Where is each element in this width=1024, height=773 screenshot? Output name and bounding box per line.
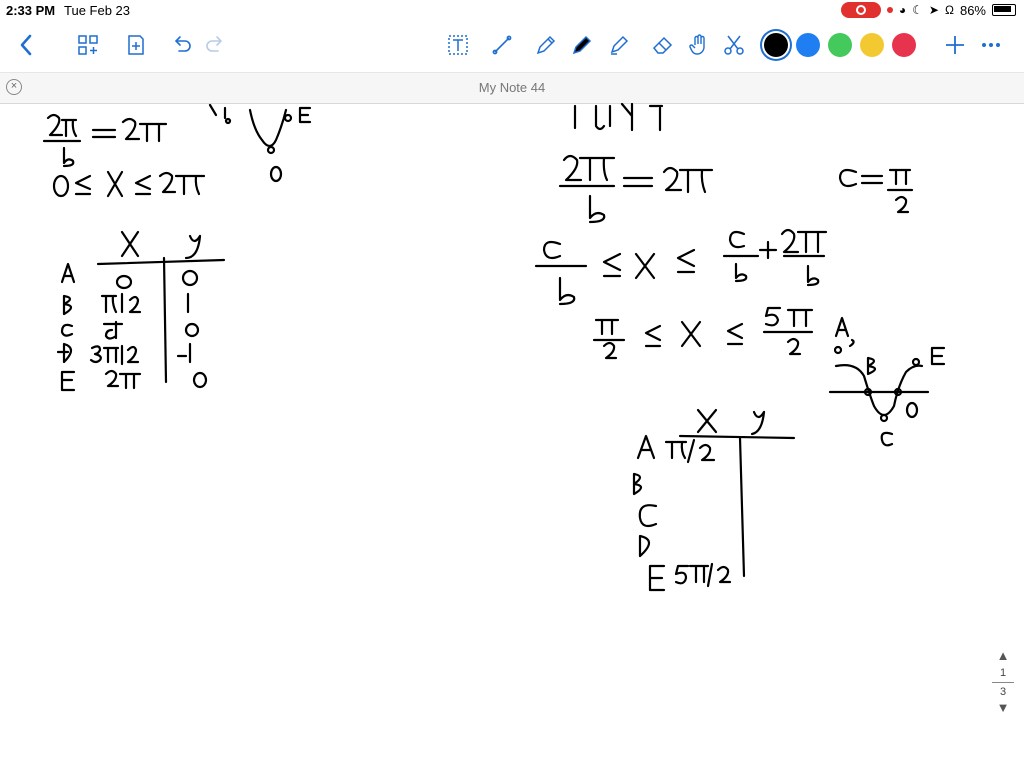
screen-record-icon (840, 2, 881, 18)
total-pages: 3 (999, 686, 1007, 698)
undo-icon[interactable] (166, 30, 196, 60)
page-navigator: ▲ 1 3 ▼ (988, 648, 1018, 715)
color-blue-swatch[interactable] (796, 33, 820, 57)
chevron-left-icon[interactable] (12, 30, 42, 60)
moon-icon: ☾ (912, 3, 923, 17)
note-title[interactable]: My Note 44 (0, 80, 1024, 95)
color-black-swatch[interactable] (764, 33, 788, 57)
wifi-icon: ◕ (898, 3, 907, 17)
more-icon[interactable] (976, 30, 1006, 60)
hand-icon[interactable] (684, 30, 714, 60)
marker-icon[interactable] (567, 30, 597, 60)
status-date: Tue Feb 23 (64, 3, 131, 18)
ink-inequality-right (534, 228, 828, 306)
location-icon: ➤ (928, 3, 939, 17)
note-tab-bar: × My Note 44 (0, 72, 1024, 104)
ink-top-right (573, 102, 664, 132)
handwriting-canvas[interactable] (0, 102, 1024, 768)
ink-equation-period-right (558, 154, 714, 224)
page-up-icon[interactable]: ▲ (988, 648, 1018, 663)
color-yellow-swatch[interactable] (860, 33, 884, 57)
status-icons: ◕ ☾ ➤ Ω 86% (840, 2, 1016, 18)
status-time: 2:33 PM (6, 3, 56, 18)
color-green-swatch[interactable] (828, 33, 852, 57)
text-tool-icon[interactable] (443, 30, 473, 60)
toolbar (0, 22, 1024, 70)
redo-icon[interactable] (201, 30, 231, 60)
ink-inequality-left (52, 170, 206, 198)
current-page: 1 (999, 667, 1007, 679)
ink-graph-sketch-left (208, 103, 312, 183)
ink-table-right (632, 408, 796, 592)
recording-dot-icon (886, 7, 893, 13)
plus-icon[interactable] (940, 30, 970, 60)
add-page-icon[interactable] (121, 30, 151, 60)
ink-shift-value (838, 168, 914, 214)
pen-icon[interactable] (531, 30, 561, 60)
battery-icon (992, 4, 1016, 16)
status-bar: 2:33 PM Tue Feb 23 ◕ ☾ ➤ Ω 86% (0, 0, 1024, 20)
ink-equation-period-left (42, 113, 168, 168)
headphones-icon: Ω (944, 3, 954, 17)
ink-table-left (56, 230, 226, 392)
line-tool-icon[interactable] (487, 30, 517, 60)
highlighter-icon[interactable] (604, 30, 634, 60)
ink-inequality-right-2 (592, 306, 814, 360)
eraser-icon[interactable] (648, 30, 678, 60)
color-red-swatch[interactable] (892, 33, 916, 57)
ink-strokes (42, 102, 946, 592)
page-down-icon[interactable]: ▼ (988, 700, 1018, 715)
battery-percent: 86% (959, 2, 986, 18)
ink-graph-sketch-right (828, 316, 946, 447)
page-divider (992, 682, 1014, 683)
scissors-icon[interactable] (719, 30, 749, 60)
grid-add-icon[interactable] (73, 30, 103, 60)
